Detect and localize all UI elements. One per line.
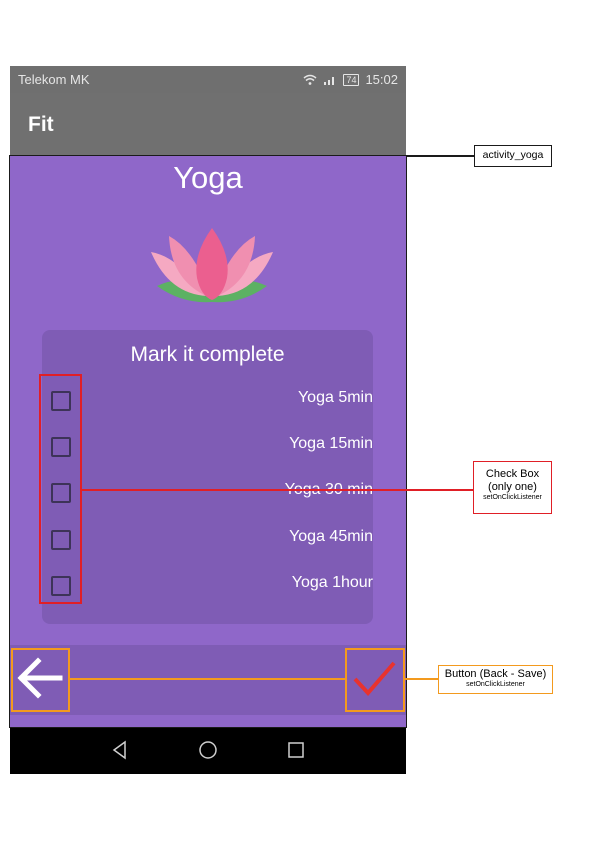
layout-leader-line [406,155,474,157]
button-leader-line-right [403,678,438,680]
checkbox-group-outline [39,374,82,604]
save-button-outline [345,648,405,712]
signal-icon [324,77,335,85]
checkbox-label: Check Box (only one) setOnClickListener [473,461,552,514]
battery-icon: 74 [343,73,360,86]
app-toolbar: Fit [10,93,406,156]
layout-label: activity_yoga [474,145,552,167]
checkbox-label-title: Check Box [485,468,540,480]
checkbox-label-note: (only one) [488,481,537,493]
button-label: Button (Back - Save) setOnClickListener [438,665,553,694]
carrier-name: Telekom MK [18,72,90,87]
app-title: Fit [28,113,54,136]
button-leader-line [68,678,345,680]
clock: 15:02 [365,72,398,87]
status-bar: Telekom MK 74 15:02 [10,66,406,93]
button-label-title: Button (Back - Save) [444,668,547,680]
nav-recents-icon[interactable] [285,739,307,761]
nav-back-icon[interactable] [109,739,131,761]
nav-home-icon[interactable] [197,739,219,761]
back-button-outline [11,648,70,712]
button-label-listener: setOnClickListener [466,681,525,688]
system-nav-bar [10,727,406,774]
wifi-icon [303,74,317,85]
checkbox-leader-line [80,489,473,491]
checkbox-label-listener: setOnClickListener [483,494,542,501]
